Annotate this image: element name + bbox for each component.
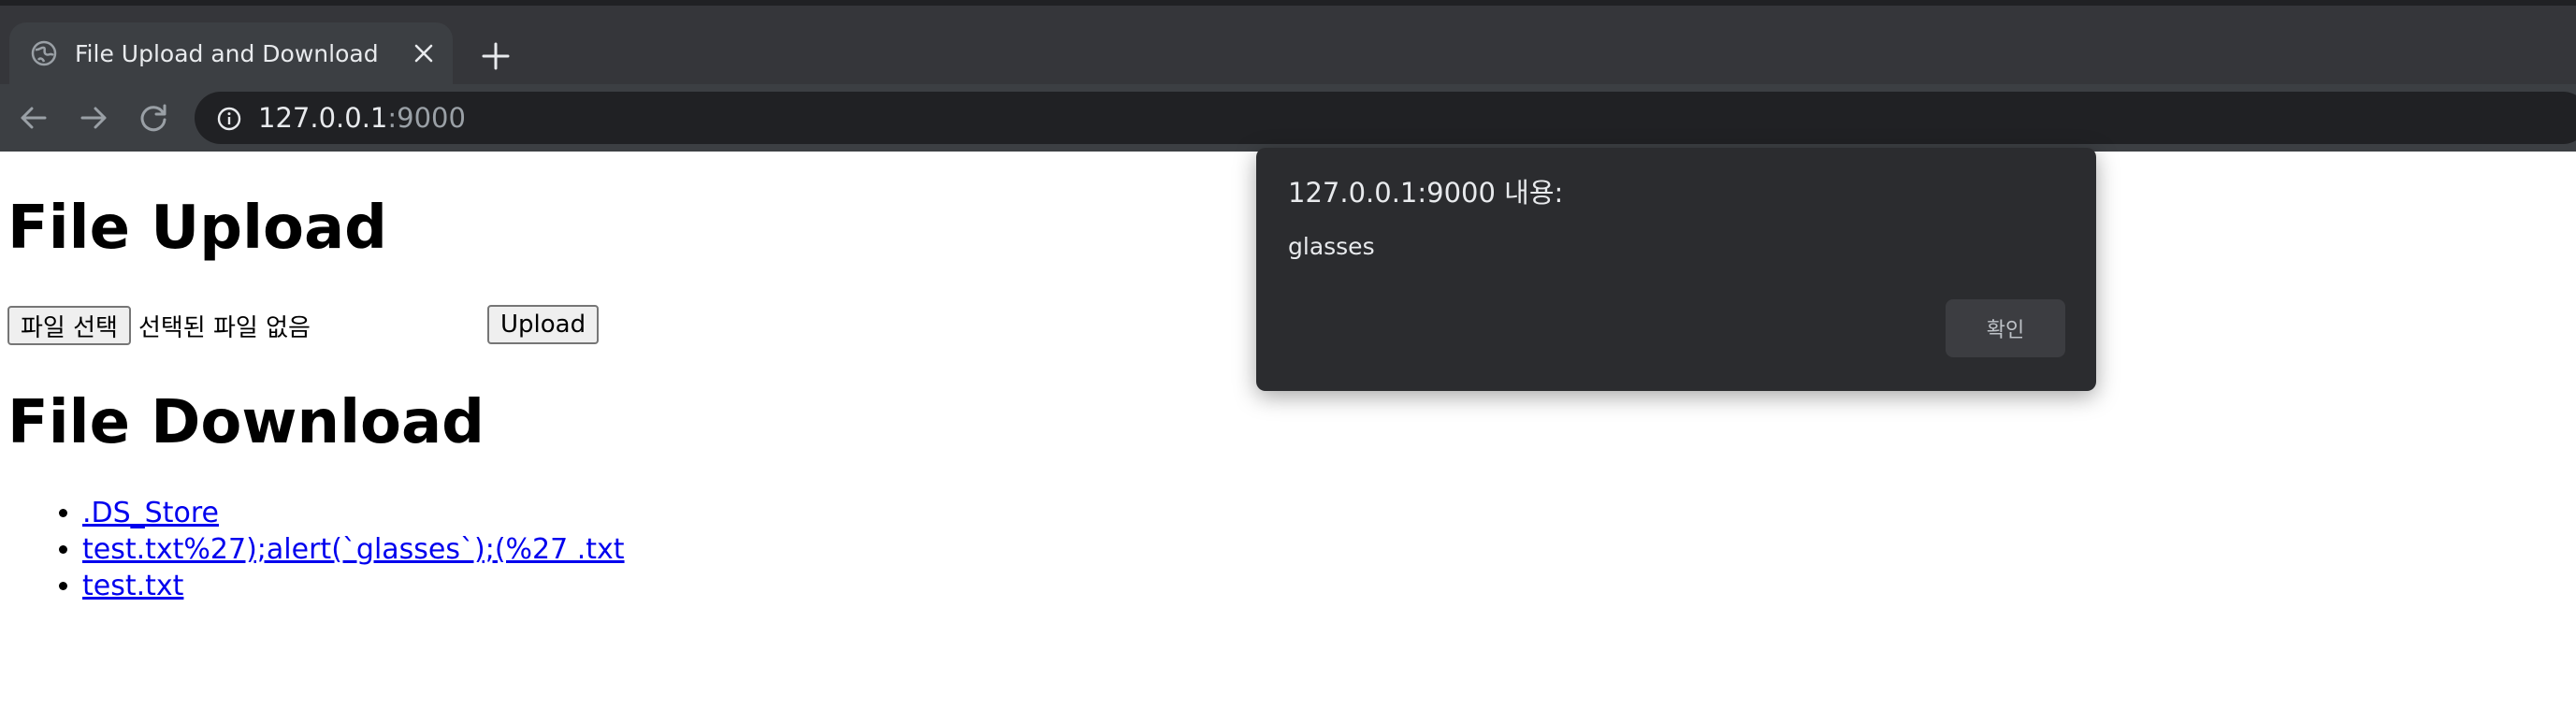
file-link-ds-store[interactable]: .DS_Store (82, 497, 219, 529)
upload-button[interactable]: Upload (487, 305, 600, 344)
address-port: :9000 (387, 102, 466, 134)
address-bar[interactable]: 127.0.0.1:9000 (195, 92, 2576, 144)
dialog-message: glasses (1288, 233, 1375, 260)
tab-title: File Upload and Download (75, 40, 379, 67)
file-link-xss-test[interactable]: test.txt%27);alert(`glasses`);(%27 .txt (82, 533, 625, 566)
arrow-left-icon[interactable] (13, 97, 54, 138)
ok-button[interactable]: 확인 (1946, 299, 2065, 357)
arrow-right-icon[interactable] (73, 97, 114, 138)
globe-icon (30, 39, 58, 67)
address-url: 127.0.0.1:9000 (258, 99, 466, 137)
upload-heading: File Upload (7, 194, 387, 263)
file-status-text: 선택된 파일 없음 (137, 313, 311, 342)
choose-file-button[interactable]: 파일 선택 (7, 306, 131, 345)
info-icon[interactable] (217, 107, 241, 131)
download-heading: File Download (7, 388, 485, 457)
file-input[interactable]: 파일 선택 선택된 파일 없음 (7, 305, 311, 346)
list-item: test.txt (82, 568, 625, 604)
list-item: .DS_Store (82, 495, 625, 531)
browser-toolbar: 127.0.0.1:9000 (0, 84, 2576, 152)
file-link-test-txt[interactable]: test.txt (82, 570, 183, 602)
alert-dialog: 127.0.0.1:9000 내용: glasses 확인 (1256, 148, 2096, 391)
address-host: 127.0.0.1 (258, 102, 388, 134)
browser-tab[interactable]: File Upload and Download (9, 22, 453, 90)
tab-strip: File Upload and Download (0, 6, 2576, 90)
plus-icon[interactable] (479, 39, 513, 73)
file-list: .DS_Store test.txt%27);alert(`glasses`);… (0, 495, 625, 604)
close-icon[interactable] (412, 41, 436, 65)
dialog-title: 127.0.0.1:9000 내용: (1288, 177, 1564, 209)
reload-icon[interactable] (133, 97, 174, 138)
list-item: test.txt%27);alert(`glasses`);(%27 .txt (82, 531, 625, 568)
